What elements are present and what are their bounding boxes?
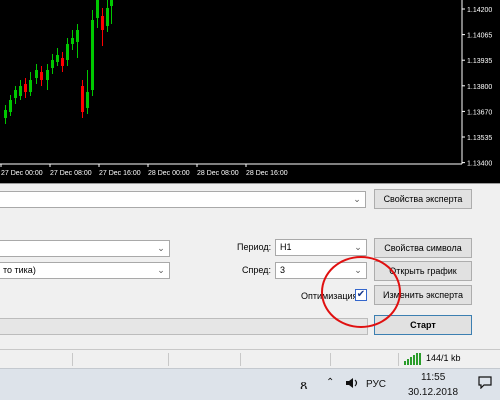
time-tick-label: 27 Dec 00:00	[1, 170, 43, 177]
chevron-down-icon[interactable]: ⌄	[351, 192, 363, 207]
price-tick-label: 1.13535	[467, 135, 492, 142]
bull-candle	[9, 100, 12, 112]
language-indicator[interactable]: РУС	[366, 379, 386, 390]
bull-candle	[91, 20, 94, 90]
bull-candle	[71, 38, 74, 44]
people-icon[interactable]: ጸ	[300, 377, 308, 393]
status-bar: 144/1 kb	[0, 349, 500, 368]
strategy-tester-panel: ⌄ Свойства эксперта ⌄ Период: H1 ⌄ Свойс…	[0, 183, 500, 349]
chart-canvas: 1.14200 1.14065 1.13935 1.13800 1.13670 1.135…	[0, 0, 492, 177]
price-tick-label: 1.13400	[467, 161, 492, 168]
time-tick-label: 28 Dec 08:00	[197, 170, 239, 177]
bull-candle	[66, 44, 69, 60]
connection-bars-icon	[404, 353, 424, 365]
time-tick-label: 27 Dec 08:00	[50, 170, 92, 177]
price-tick-label: 1.14200	[467, 7, 492, 14]
bull-candle	[46, 70, 49, 80]
bear-candle	[101, 16, 104, 30]
bull-candle	[51, 60, 54, 68]
expert-properties-button[interactable]: Свойства эксперта	[374, 189, 472, 209]
period-select[interactable]: H1 ⌄	[275, 239, 367, 256]
clock-date[interactable]: 30.12.2018	[408, 387, 458, 398]
price-tick-label: 1.14065	[467, 33, 492, 40]
clock-time[interactable]: 11:55	[421, 372, 445, 383]
spread-label: Спред:	[242, 265, 271, 275]
bull-candle	[86, 92, 89, 108]
traffic-counter: 144/1 kb	[426, 353, 461, 363]
period-select-value: H1	[280, 242, 292, 252]
chevron-up-icon[interactable]: ⌃	[326, 377, 334, 388]
bull-candle	[106, 8, 109, 26]
bear-candle	[61, 58, 64, 66]
chevron-down-icon[interactable]: ⌄	[352, 263, 364, 278]
model-select-value: то тика)	[3, 265, 36, 275]
spread-select-value: 3	[280, 265, 286, 275]
optimization-checkbox[interactable]: ✔	[355, 289, 367, 301]
status-divider	[168, 353, 169, 366]
status-divider	[398, 353, 399, 366]
symbol-properties-button[interactable]: Свойства символа	[374, 238, 472, 258]
time-tick-label: 28 Dec 16:00	[246, 170, 288, 177]
price-tick-label: 1.13800	[467, 84, 492, 91]
modify-expert-button[interactable]: Изменить эксперта	[374, 285, 472, 305]
price-chart[interactable]: 1.14200 1.14065 1.13935 1.13800 1.13670 1.135…	[0, 0, 500, 183]
bull-candle	[76, 30, 79, 42]
expert-select[interactable]: ⌄	[0, 191, 366, 208]
test-progress-bar	[0, 318, 368, 335]
symbol-select[interactable]: ⌄	[0, 240, 170, 257]
notification-icon[interactable]	[478, 375, 492, 392]
price-tick-label: 1.13670	[467, 109, 492, 116]
time-tick-label: 28 Dec 00:00	[148, 170, 190, 177]
bull-candle	[14, 90, 17, 98]
status-divider	[330, 353, 331, 366]
bull-candle	[56, 55, 59, 62]
spread-select[interactable]: 3 ⌄	[275, 262, 367, 279]
bull-candle	[4, 110, 7, 118]
status-divider	[72, 353, 73, 366]
status-divider	[240, 353, 241, 366]
windows-taskbar: ጸ ⌃ РУС 11:55 30.12.2018	[0, 368, 500, 400]
chevron-down-icon[interactable]: ⌄	[352, 240, 364, 255]
bull-candle	[110, 0, 113, 6]
bull-candle	[19, 86, 22, 96]
model-select[interactable]: то тика) ⌄	[0, 262, 170, 279]
bear-candle	[81, 86, 84, 112]
start-button[interactable]: Старт	[374, 315, 472, 335]
chevron-down-icon[interactable]: ⌄	[155, 263, 167, 278]
chevron-down-icon[interactable]: ⌄	[155, 241, 167, 256]
price-tick-label: 1.13935	[467, 58, 492, 65]
speaker-icon[interactable]	[345, 377, 359, 392]
time-tick-label: 27 Dec 16:00	[99, 170, 141, 177]
bull-candle	[29, 80, 32, 92]
optimization-label: Оптимизация	[301, 291, 358, 301]
period-label: Период:	[237, 242, 272, 252]
bull-candle	[35, 70, 38, 78]
bull-candle	[96, 0, 99, 18]
bear-candle	[40, 72, 43, 80]
open-chart-button[interactable]: Открыть график	[374, 261, 472, 281]
bear-candle	[24, 84, 27, 92]
